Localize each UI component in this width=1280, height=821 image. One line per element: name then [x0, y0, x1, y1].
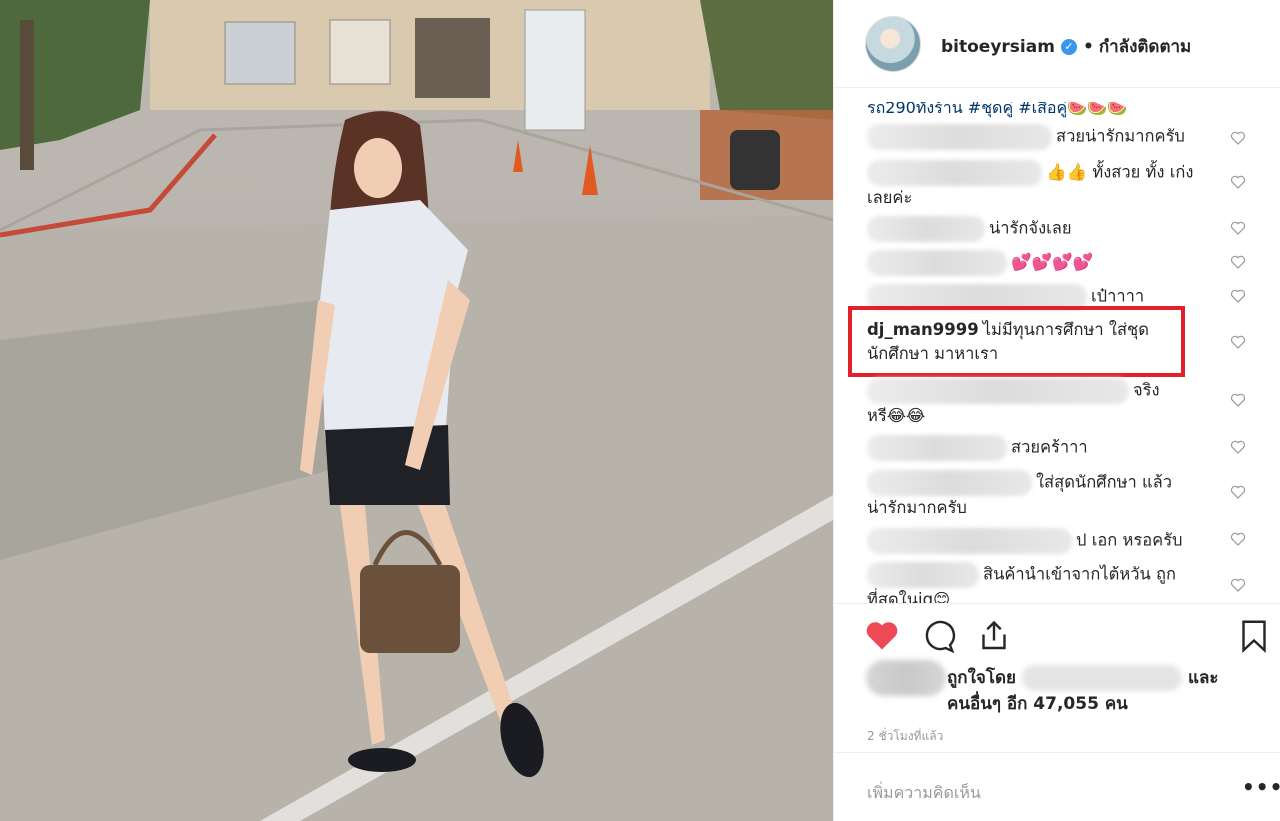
bookmark-icon[interactable]: [1236, 618, 1272, 654]
blurred-username: [867, 124, 1052, 150]
heart-outline-icon[interactable]: [1230, 577, 1246, 593]
post-side-panel: bitoeyrsiam ✓ • กำลังติดตาม รถ290ทั้งร้า…: [833, 0, 1280, 821]
comment-item: น่ารักจังเลย: [867, 216, 1207, 242]
add-comment-input[interactable]: เพิ่มความคิดเห็น: [867, 781, 981, 806]
username-link[interactable]: bitoeyrsiam: [941, 37, 1055, 57]
blurred-username: [867, 435, 1007, 461]
comment-item: สวยคร้าาา: [867, 435, 1207, 461]
liker-avatars: [866, 660, 946, 696]
blurred-username: [867, 160, 1042, 186]
photo-bag: [360, 565, 460, 653]
comment-item: ป เอก หรอครับ: [867, 528, 1207, 554]
heart-outline-icon[interactable]: [1230, 484, 1246, 500]
heart-filled-icon[interactable]: [864, 618, 900, 654]
heart-outline-icon[interactable]: [1230, 334, 1246, 350]
heart-outline-icon[interactable]: [1230, 174, 1246, 190]
heart-outline-icon[interactable]: [1230, 254, 1246, 270]
header-line: bitoeyrsiam ✓ • กำลังติดตาม: [941, 33, 1191, 60]
comment-item: 👍👍 ทั้งสวย ทั้ง เก่งเลยค่ะ: [867, 160, 1207, 210]
photo-trees-right: [700, 0, 833, 120]
comment-text: น่ารักจังเลย: [989, 218, 1072, 238]
post-photo[interactable]: [0, 0, 833, 821]
comment-text: เป๋าาาา: [1091, 286, 1145, 306]
comment-text: สวยคร้าาา: [1011, 437, 1088, 457]
blurred-username: [867, 470, 1032, 496]
liked-by-prefix: ถูกใจโดย: [947, 668, 1016, 688]
heart-outline-icon[interactable]: [1230, 392, 1246, 408]
liked-by-and: และ: [1187, 668, 1219, 688]
photo-scene: [0, 0, 833, 821]
blurred-liker[interactable]: [1021, 665, 1182, 691]
comment-item: สินค้านำเข้าจากไต้หวัน ถูก ที่สุดในig😊: [867, 562, 1187, 603]
comment-text: 💕💕💕💕: [1011, 252, 1094, 272]
heart-outline-icon[interactable]: [1230, 439, 1246, 455]
post-header: bitoeyrsiam ✓ • กำลังติดตาม: [834, 0, 1280, 88]
highlight-box: [848, 306, 1185, 377]
separator-dot: •: [1082, 36, 1094, 57]
caption-text: รถ290ทั้งร้าน #ชุดคู่ #เสื้อคู่🍉🍉🍉: [867, 98, 1127, 117]
post-timestamp[interactable]: 2 ชั่วโมงที่แล้ว: [867, 727, 943, 746]
comments-list[interactable]: รถ290ทั้งร้าน #ชุดคู่ #เสื้อคู่🍉🍉🍉 สวยน่…: [834, 88, 1280, 603]
blurred-username: [867, 216, 985, 242]
comment-text: สวยน่ารักมากครับ: [1056, 126, 1185, 146]
comment-item: จริง หรี😂😂: [867, 378, 1179, 428]
verified-badge-icon: ✓: [1060, 38, 1077, 55]
blurred-username: [867, 378, 1129, 404]
comment-item: 💕💕💕💕: [867, 250, 1207, 276]
following-button[interactable]: กำลังติดตาม: [1099, 33, 1191, 60]
add-comment-section: เพิ่มความคิดเห็น •••: [834, 752, 1280, 821]
blurred-username: [867, 562, 979, 588]
heart-outline-icon[interactable]: [1230, 130, 1246, 146]
liked-by-line: ถูกใจโดย และ: [947, 664, 1219, 691]
comment-icon[interactable]: [920, 618, 956, 654]
comment-text: ป เอก หรอครับ: [1076, 530, 1183, 550]
more-options-icon[interactable]: •••: [1242, 775, 1280, 799]
comment-item: สวยน่ารักมากครับ: [867, 124, 1207, 150]
avatar[interactable]: [865, 16, 921, 72]
comment-item: ใส่สุดนักศึกษา แล้ว น่ารักมากครับ: [867, 470, 1179, 520]
heart-outline-icon[interactable]: [1230, 288, 1246, 304]
likes-count[interactable]: คนอื่นๆ อีก 47,055 คน: [947, 690, 1128, 717]
blurred-username: [867, 250, 1007, 276]
heart-outline-icon[interactable]: [1230, 531, 1246, 547]
blurred-username: [867, 528, 1072, 554]
heart-outline-icon[interactable]: [1230, 220, 1246, 236]
photo-skirt: [325, 425, 450, 505]
share-icon[interactable]: [976, 618, 1012, 654]
action-bar: ถูกใจโดย และ คนอื่นๆ อีก 47,055 คน 2 ชั่ว…: [834, 603, 1280, 753]
